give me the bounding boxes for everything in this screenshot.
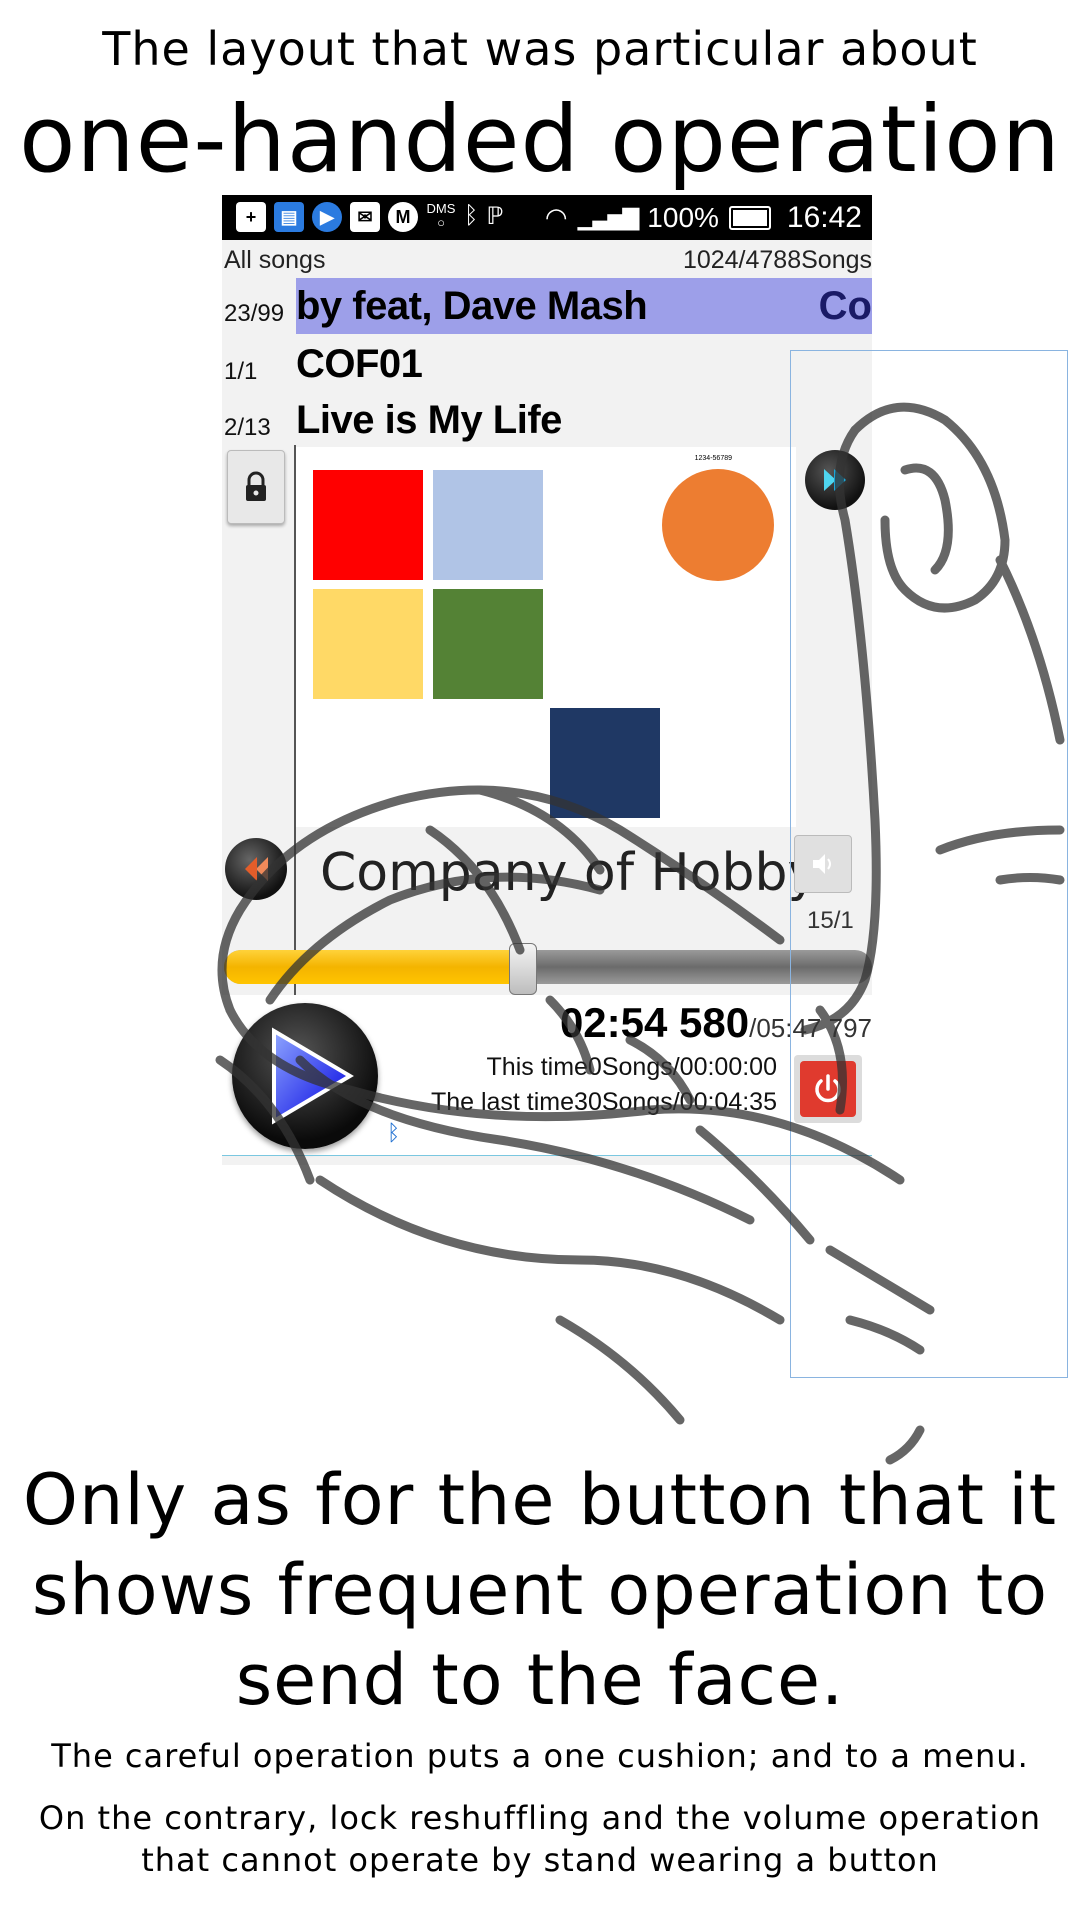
bottom-divider	[222, 1155, 872, 1156]
song-row-title: COF01	[296, 342, 423, 386]
list-header-right: 1024/4788Songs	[682, 245, 872, 274]
seek-bar-fill	[224, 950, 522, 984]
m-icon: M	[388, 202, 418, 232]
headline-line2: one-handed operation	[19, 86, 1061, 193]
bluetooth-small-icon: ᛒ	[387, 1120, 401, 1145]
caption-main: Only as for the button that it shows fre…	[0, 1455, 1080, 1725]
song-row[interactable]: 23/99 by feat, Dave Mash Co	[222, 278, 872, 334]
artist-name: Company of Hobby	[320, 843, 819, 903]
highlight-box	[790, 350, 1068, 1378]
rewind-icon	[245, 857, 268, 881]
song-row[interactable]: 1/1 COF01	[222, 336, 872, 392]
song-row-title-right: Co	[818, 284, 872, 328]
sd-card-icon: ▤	[274, 202, 304, 232]
battery-percent: 100%	[647, 201, 719, 233]
album-art[interactable]: 1234-56789	[296, 447, 796, 827]
song-row-title: by feat, Dave Mash	[296, 278, 872, 334]
song-row-title: Live is My Life	[296, 398, 562, 442]
art-square-red	[313, 470, 423, 580]
this-time-info: This time0Songs/00:00:00	[486, 1053, 777, 1081]
lock-icon	[246, 471, 266, 501]
song-row[interactable]: 2/13 Live is My Life	[222, 392, 872, 448]
caption-main-line1: Only as for the button that it	[22, 1459, 1058, 1541]
caption-note2-line1: On the contrary, lock reshuffling and th…	[38, 1799, 1042, 1837]
rewind-button[interactable]	[225, 838, 287, 900]
list-header-left: All songs	[224, 245, 326, 274]
signal-icon: ▁▃▅▇	[577, 204, 640, 230]
seek-bar-thumb[interactable]	[509, 943, 537, 995]
art-square-lightblue	[433, 470, 543, 580]
bluetooth-icon: ᛒ	[464, 202, 479, 229]
battery-icon	[728, 205, 771, 230]
phone-screen: + ▤ ▶ ✉ M DMS ○ ᛒ ℙ ◠ ▁▃▅▇ 100% 16:42 All…	[222, 195, 872, 1165]
play-icon: ▶	[312, 202, 342, 232]
song-row-count: 23/99	[224, 300, 285, 327]
song-row-count: 2/13	[224, 414, 271, 441]
caption-note1: The careful operation puts a one cushion…	[51, 1737, 1029, 1775]
caption-note2: On the contrary, lock reshuffling and th…	[0, 1797, 1080, 1881]
art-square-green	[433, 589, 543, 699]
play-button[interactable]	[232, 1003, 378, 1149]
wifi-icon: ◠	[544, 202, 568, 232]
art-square-yellow	[313, 589, 423, 699]
caption-main-line2: shows frequent operation to	[31, 1549, 1049, 1631]
mail-icon: ✉	[350, 202, 380, 232]
caption-note2-line2: that cannot operate by stand wearing a b…	[141, 1841, 939, 1879]
seek-bar[interactable]	[224, 950, 872, 984]
elapsed-value: 02:54 580	[559, 999, 750, 1046]
art-number: 1234-56789	[694, 455, 732, 462]
play-button-icon	[272, 1027, 354, 1125]
art-square-navy	[550, 708, 660, 818]
headline-line1: The layout that was particular about	[102, 22, 978, 76]
song-row-count: 1/1	[224, 358, 258, 385]
caption-main-line3: send to the face.	[235, 1639, 845, 1721]
list-header: All songs 1024/4788Songs	[222, 242, 872, 278]
lock-button[interactable]	[227, 450, 285, 524]
art-circle-orange	[662, 469, 774, 581]
plus-icon: +	[236, 202, 266, 232]
nfc-icon: ℙ	[486, 203, 504, 230]
status-time: 16:42	[786, 200, 862, 234]
status-bar: + ▤ ▶ ✉ M DMS ○ ᛒ ℙ ◠ ▁▃▅▇ 100% 16:42	[222, 195, 872, 240]
dms-icon: DMS ○	[426, 201, 456, 230]
dms-label: DMS	[426, 201, 456, 216]
last-time-info: The last time30Songs/00:04:35	[430, 1088, 777, 1116]
song-row-title-text: by feat, Dave Mash	[296, 284, 648, 328]
